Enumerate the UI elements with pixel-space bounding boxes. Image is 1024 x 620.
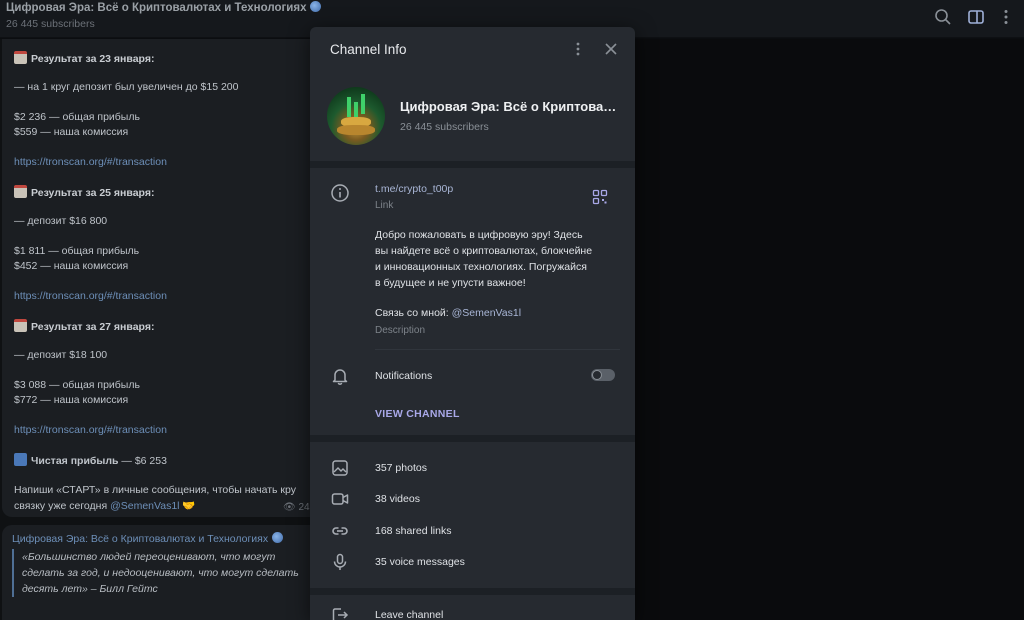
close-icon[interactable] <box>604 42 618 56</box>
mention-link[interactable]: @SemenVas1l <box>110 500 179 512</box>
dialog-title: Channel Info <box>330 42 407 57</box>
forwarded-channel-title[interactable]: Цифровая Эра: Всё о Криптовалютах и Техн… <box>12 532 284 545</box>
net-profit-line: Чистая прибыль — $6 253 <box>14 453 167 467</box>
description-line: вы найдете всё о криптовалютах, блокчейн… <box>375 245 593 257</box>
photos-count[interactable]: 357 photos <box>375 462 427 474</box>
quote-line: сделать за год, и недооценивают, что мог… <box>22 567 299 579</box>
background-area <box>635 39 1024 620</box>
more-icon[interactable] <box>570 41 586 57</box>
chat-subscribers: 26 445 subscribers <box>6 18 95 30</box>
shared-links-count[interactable]: 168 shared links <box>375 525 451 537</box>
qr-code-icon[interactable] <box>592 189 608 205</box>
quote-block: «Большинство людей переоценивают, что мо… <box>12 549 310 597</box>
channel-link[interactable]: t.me/crypto_t00p <box>375 183 453 195</box>
link-icon <box>332 527 348 535</box>
eye-icon: 👁 <box>283 502 296 513</box>
message-line: $1 811 — общая прибыль <box>14 245 140 257</box>
leave-icon <box>332 608 349 620</box>
calendar-icon <box>14 51 27 64</box>
channel-name: Цифровая Эра: Всё о Криптовалютах и Техн… <box>400 99 622 114</box>
message-line: $772 — наша комиссия <box>14 394 129 406</box>
leave-channel-button[interactable]: Leave channel <box>375 609 443 620</box>
description-line: и инновационных технологиях. Погружайся <box>375 261 587 273</box>
bell-icon <box>332 369 348 385</box>
contact-mention[interactable]: @SemenVas1l <box>452 307 521 319</box>
message-line: $559 — наша комиссия <box>14 126 129 138</box>
message-line: связку уже сегодня @SemenVas1l 🤝 <box>14 500 196 512</box>
description-contact: Связь со мной: @SemenVas1l <box>375 307 522 319</box>
message-line: Напиши «СТАРТ» в личные сообщения, чтобы… <box>14 484 296 496</box>
message-line: — на 1 круг депозит был увеличен до $15 … <box>14 81 239 93</box>
message-line: — депозит $16 800 <box>14 215 108 227</box>
globe-icon <box>272 532 284 543</box>
row-divider <box>375 349 620 350</box>
channel-profile: Цифровая Эра: Всё о Криптовалютах и Техн… <box>310 75 635 163</box>
voice-messages-count[interactable]: 35 voice messages <box>375 556 465 568</box>
section-divider <box>310 435 635 442</box>
notifications-label: Notifications <box>375 370 433 382</box>
calendar-icon <box>14 319 27 332</box>
channel-subscribers: 26 445 subscribers <box>400 121 489 133</box>
view-count: 👁 24 <box>283 502 310 513</box>
message-heading: Результат за 25 января: <box>14 185 154 199</box>
videos-count[interactable]: 38 videos <box>375 493 420 505</box>
globe-icon <box>310 1 322 12</box>
section-divider <box>310 588 635 595</box>
more-icon[interactable] <box>996 7 1016 27</box>
calendar-icon <box>14 185 27 198</box>
message-bubble[interactable]: Результат за 23 января: — на 1 круг депо… <box>2 39 310 517</box>
message-line: $452 — наша комиссия <box>14 260 129 272</box>
handshake-icon: 🤝 <box>182 500 196 512</box>
description-label: Description <box>375 325 426 336</box>
quote-line: десять лет» – Билл Гейтс <box>22 583 158 595</box>
channel-info-dialog: Channel Info Цифровая Эра: Всё о Криптов… <box>310 27 635 620</box>
message-bubble[interactable]: Цифровая Эра: Всё о Криптовалютах и Техн… <box>2 525 310 620</box>
view-channel-button[interactable]: VIEW CHANNEL <box>375 408 460 420</box>
description-line: в будущее и не упусти важное! <box>375 277 526 289</box>
chat-area: Результат за 23 января: — на 1 круг депо… <box>0 39 310 620</box>
info-icon <box>331 184 349 202</box>
search-icon[interactable] <box>933 7 953 27</box>
link-label: Link <box>375 200 394 211</box>
section-divider <box>310 161 635 168</box>
dialog-header: Channel Info <box>310 27 635 75</box>
photo-icon <box>332 460 348 476</box>
description-line: Добро пожаловать в цифровую эру! Здесь <box>375 229 583 241</box>
quote-line: «Большинство людей переоценивают, что мо… <box>22 551 276 563</box>
message-heading: Результат за 27 января: <box>14 319 154 333</box>
message-line: $2 236 — общая прибыль <box>14 111 140 123</box>
chat-title[interactable]: Цифровая Эра: Всё о Криптовалютах и Техн… <box>6 1 322 14</box>
video-icon <box>331 493 349 505</box>
message-line: — депозит $18 100 <box>14 349 108 361</box>
channel-description: Добро пожаловать в цифровую эру! Здесь в… <box>375 227 620 291</box>
message-line: $3 088 — общая прибыль <box>14 379 140 391</box>
message-heading: Результат за 23 января: <box>14 51 154 65</box>
transaction-link[interactable]: https://tronscan.org/#/transaction <box>14 156 167 168</box>
notifications-toggle[interactable] <box>591 369 615 381</box>
transaction-link[interactable]: https://tronscan.org/#/transaction <box>14 290 167 302</box>
transaction-link[interactable]: https://tronscan.org/#/transaction <box>14 424 167 436</box>
microphone-icon <box>333 553 347 570</box>
sidebar-toggle-icon[interactable] <box>966 7 986 27</box>
channel-avatar[interactable] <box>327 87 385 145</box>
cool-icon <box>14 453 27 466</box>
